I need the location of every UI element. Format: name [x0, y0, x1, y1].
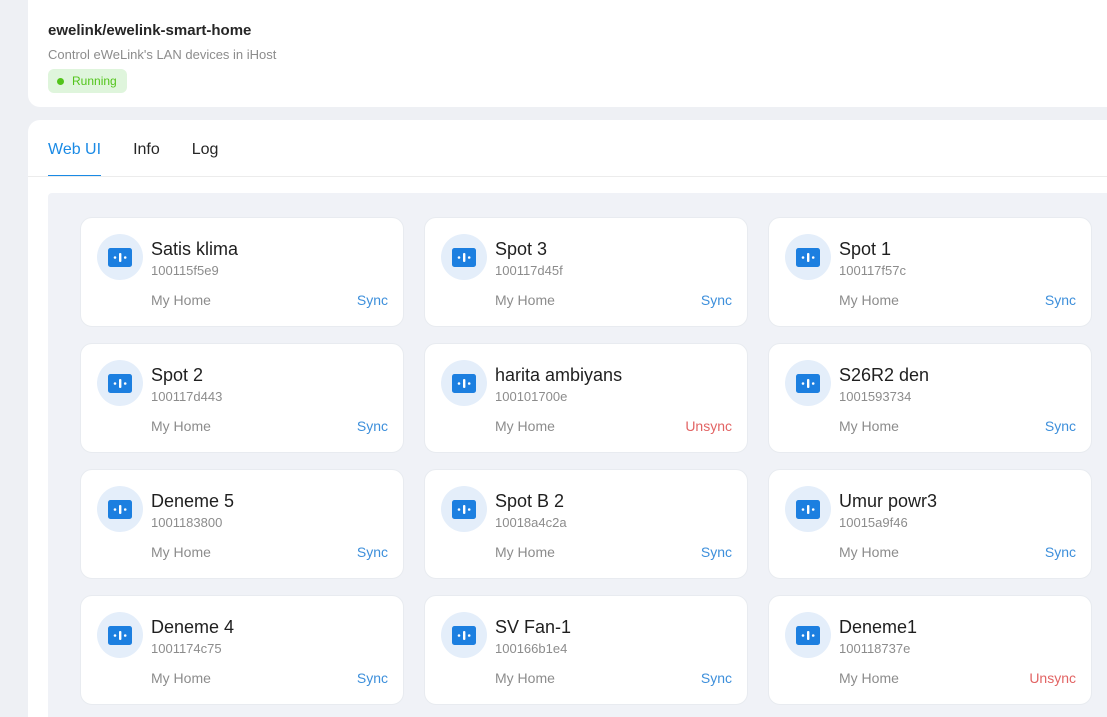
- device-id: 100117d443: [151, 389, 223, 404]
- unsync-button[interactable]: Unsync: [685, 418, 732, 434]
- device-home: My Home: [151, 544, 211, 560]
- device-id: 100117d45f: [495, 263, 563, 278]
- device-id: 10018a4c2a: [495, 515, 567, 530]
- tab-bar: Web UI Info Log: [48, 120, 218, 177]
- device-card[interactable]: S26R2 den 1001593734 My Home Sync: [768, 343, 1092, 453]
- left-margin: [0, 0, 28, 717]
- device-home: My Home: [839, 292, 899, 308]
- device-card[interactable]: harita ambiyans 100101700e My Home Unsyn…: [424, 343, 748, 453]
- main-panel: Web UI Info Log Satis klima 100115f5e9 M…: [28, 120, 1107, 717]
- device-id: 1001593734: [839, 389, 912, 404]
- device-name: Spot B 2: [495, 491, 565, 511]
- device-card[interactable]: Deneme 5 1001183800 My Home Sync: [80, 469, 404, 579]
- switch-device-icon: [441, 360, 487, 406]
- sync-button[interactable]: Sync: [701, 670, 732, 686]
- device-card[interactable]: Spot 3 100117d45f My Home Sync: [424, 217, 748, 327]
- device-name: SV Fan-1: [495, 617, 572, 637]
- switch-device-icon: [97, 612, 143, 658]
- unsync-button[interactable]: Unsync: [1029, 670, 1076, 686]
- sync-button[interactable]: Sync: [357, 544, 388, 560]
- device-name: Deneme 4: [151, 617, 235, 637]
- device-name: Spot 1: [839, 239, 892, 259]
- device-card[interactable]: SV Fan-1 100166b1e4 My Home Sync: [424, 595, 748, 705]
- switch-device-icon: [441, 234, 487, 280]
- device-id: 100115f5e9: [151, 263, 219, 278]
- device-id: 100101700e: [495, 389, 568, 404]
- device-name: harita ambiyans: [495, 365, 623, 385]
- device-card[interactable]: Umur powr3 10015a9f46 My Home Sync: [768, 469, 1092, 579]
- switch-device-icon: [785, 612, 831, 658]
- web-ui-content: Satis klima 100115f5e9 My Home Sync Spot…: [48, 193, 1107, 717]
- device-card[interactable]: Spot B 2 10018a4c2a My Home Sync: [424, 469, 748, 579]
- device-name: Deneme1: [839, 617, 918, 637]
- device-home: My Home: [839, 670, 899, 686]
- switch-device-icon: [441, 486, 487, 532]
- device-name: Satis klima: [151, 239, 239, 259]
- switch-device-icon: [441, 612, 487, 658]
- device-home: My Home: [495, 292, 555, 308]
- sync-button[interactable]: Sync: [701, 544, 732, 560]
- device-id: 10015a9f46: [839, 515, 908, 530]
- switch-device-icon: [97, 360, 143, 406]
- device-name: Deneme 5: [151, 491, 235, 511]
- sync-button[interactable]: Sync: [357, 292, 388, 308]
- device-home: My Home: [151, 670, 211, 686]
- tab-info[interactable]: Info: [133, 120, 160, 177]
- switch-device-icon: [97, 486, 143, 532]
- tab-log[interactable]: Log: [192, 120, 219, 177]
- tab-web-ui[interactable]: Web UI: [48, 120, 102, 177]
- device-name: Spot 2: [151, 365, 204, 385]
- device-home: My Home: [495, 670, 555, 686]
- device-name: Spot 3: [495, 239, 548, 259]
- status-dot-icon: [57, 77, 64, 85]
- switch-device-icon: [785, 234, 831, 280]
- tab-divider: [28, 176, 1107, 177]
- status-label: Running: [72, 74, 117, 88]
- device-home: My Home: [839, 418, 899, 434]
- switch-device-icon: [785, 486, 831, 532]
- device-card[interactable]: Spot 1 100117f57c My Home Sync: [768, 217, 1092, 327]
- sync-button[interactable]: Sync: [701, 292, 732, 308]
- device-card[interactable]: Deneme1 100118737e My Home Unsync: [768, 595, 1092, 705]
- device-card[interactable]: Satis klima 100115f5e9 My Home Sync: [80, 217, 404, 327]
- device-home: My Home: [151, 418, 211, 434]
- switch-device-icon: [97, 234, 143, 280]
- device-id: 100166b1e4: [495, 641, 568, 656]
- device-home: My Home: [495, 418, 555, 434]
- addon-title: ewelink/ewelink-smart-home: [48, 22, 252, 39]
- device-home: My Home: [495, 544, 555, 560]
- device-id: 100118737e: [839, 641, 911, 656]
- sync-button[interactable]: Sync: [1045, 418, 1076, 434]
- device-id: 100117f57c: [839, 263, 906, 278]
- device-card[interactable]: Spot 2 100117d443 My Home Sync: [80, 343, 404, 453]
- device-grid: Satis klima 100115f5e9 My Home Sync Spot…: [80, 217, 1092, 705]
- switch-device-icon: [785, 360, 831, 406]
- sync-button[interactable]: Sync: [357, 670, 388, 686]
- device-id: 1001174c75: [151, 641, 222, 656]
- sync-button[interactable]: Sync: [1045, 544, 1076, 560]
- addon-description: Control eWeLink's LAN devices in iHost: [48, 47, 277, 62]
- device-home: My Home: [839, 544, 899, 560]
- device-id: 1001183800: [151, 515, 223, 530]
- status-badge: Running: [48, 69, 127, 93]
- sync-button[interactable]: Sync: [357, 418, 388, 434]
- device-home: My Home: [151, 292, 211, 308]
- device-name: Umur powr3: [839, 491, 938, 511]
- device-name: S26R2 den: [839, 365, 930, 385]
- addon-header: ewelink/ewelink-smart-home Control eWeLi…: [28, 0, 1107, 107]
- device-card[interactable]: Deneme 4 1001174c75 My Home Sync: [80, 595, 404, 705]
- sync-button[interactable]: Sync: [1045, 292, 1076, 308]
